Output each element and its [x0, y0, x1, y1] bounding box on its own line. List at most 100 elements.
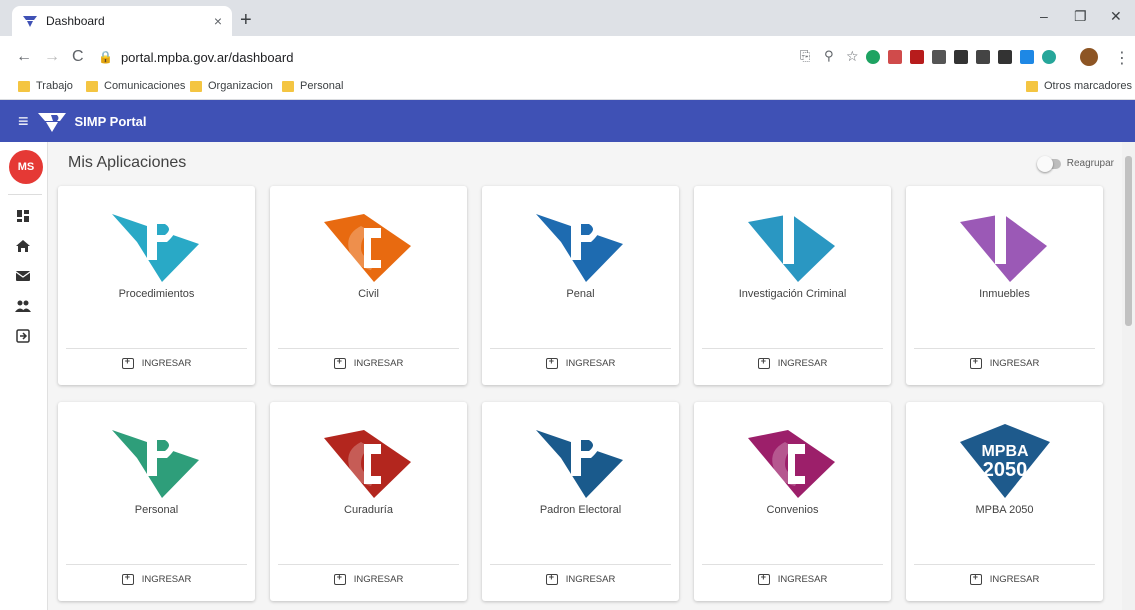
bookmark-label: Otros marcadores [1044, 80, 1133, 92]
mail-icon[interactable] [15, 268, 31, 284]
extension-dark-icon[interactable] [954, 50, 968, 64]
card-divider [278, 564, 459, 565]
user-avatar[interactable]: MS [9, 150, 43, 184]
extension-pdf-icon[interactable] [888, 50, 902, 64]
extension-green-icon[interactable] [866, 50, 880, 64]
page-scrollbar[interactable] [1122, 142, 1135, 610]
close-window-button[interactable]: ✕ [1110, 8, 1122, 25]
app-logo-icon [111, 214, 199, 282]
app-logo [270, 420, 467, 500]
forward-icon[interactable]: → [44, 48, 60, 66]
dashboard-icon[interactable] [15, 208, 31, 224]
home-icon[interactable] [15, 238, 31, 254]
app-name: Civil [358, 288, 379, 300]
app-card[interactable]: MPBA 2050MPBA 2050INGRESAR [906, 402, 1103, 601]
sidebar: MS [0, 142, 48, 610]
bookmarks-bar: Trabajo Comunicaciones Organizacion Pers… [0, 76, 1135, 100]
back-icon[interactable]: ← [16, 48, 32, 66]
app-logo-icon [535, 214, 623, 282]
ingresar-button[interactable]: INGRESAR [58, 572, 255, 585]
bookmark-personal[interactable]: Personal [282, 80, 343, 92]
logout-icon[interactable] [15, 328, 31, 344]
browser-tab[interactable]: Dashboard × [12, 6, 232, 36]
app-logo [906, 204, 1103, 284]
reload-icon[interactable]: C [72, 48, 84, 66]
ingresar-button[interactable]: INGRESAR [482, 356, 679, 369]
browser-toolbar: ← → C 🔒 portal.mpba.gov.ar/dashboard ⎘ ⚲… [0, 36, 1135, 76]
app-card[interactable]: Curaduría INGRESAR [270, 402, 467, 601]
ingresar-button[interactable]: INGRESAR [270, 572, 467, 585]
app-card[interactable]: Investigación Criminal INGRESAR [694, 186, 891, 385]
minimize-button[interactable]: – [1040, 8, 1048, 24]
ingresar-button[interactable]: INGRESAR [58, 356, 255, 369]
toggle-label: Reagrupar [1066, 158, 1114, 169]
extension-sync-icon[interactable] [976, 50, 990, 64]
bookmark-trabajo[interactable]: Trabajo [18, 80, 73, 92]
app-header: ≡ SIMP Portal [0, 100, 1135, 142]
app-name: Procedimientos [118, 288, 195, 300]
app-logo [270, 204, 467, 284]
app-logo-icon [959, 214, 1047, 282]
hamburger-menu-icon[interactable]: ≡ [18, 111, 29, 132]
extension-globe-icon[interactable] [1042, 50, 1056, 64]
favicon-icon [23, 16, 37, 27]
ingresar-button[interactable]: INGRESAR [906, 572, 1103, 585]
bookmark-comunicaciones[interactable]: Comunicaciones [86, 80, 185, 92]
extension-trello-icon[interactable] [1020, 50, 1034, 64]
extension-acrobat-icon[interactable] [910, 50, 924, 64]
new-tab-button[interactable]: + [240, 9, 252, 32]
toggle-track[interactable] [1036, 155, 1061, 172]
app-name: Convenios [766, 504, 819, 516]
enter-icon [969, 572, 982, 585]
people-icon[interactable] [15, 298, 31, 314]
app-logo [58, 204, 255, 284]
tab-close-icon[interactable]: × [214, 13, 222, 29]
extension-ext-icon[interactable] [998, 50, 1012, 64]
app-grid: Procedimientos INGRESAR Civil INGRESAR Pen… [58, 186, 1103, 601]
card-divider [66, 348, 247, 349]
enter-icon [757, 356, 770, 369]
toggle-knob[interactable] [1036, 155, 1053, 172]
bookmark-organizacion[interactable]: Organizacion [190, 80, 273, 92]
bookmark-otros[interactable]: Otros marcadores [1026, 80, 1132, 92]
bookmark-label: Organizacion [208, 80, 273, 92]
svg-text:MPBA: MPBA [981, 443, 1029, 460]
tab-strip: Dashboard × + – ❐ ✕ [0, 0, 1135, 36]
ingresar-button[interactable]: INGRESAR [270, 356, 467, 369]
ingresar-button[interactable]: INGRESAR [906, 356, 1103, 369]
app-logo-icon [111, 430, 199, 498]
translate-icon[interactable]: ⎘ [800, 48, 810, 64]
app-name: Penal [566, 288, 595, 300]
zoom-icon[interactable]: ⚲ [824, 48, 834, 64]
app-card[interactable]: Penal INGRESAR [482, 186, 679, 385]
tab-title: Dashboard [46, 14, 105, 28]
folder-icon [86, 80, 98, 92]
folder-icon [18, 80, 30, 92]
restore-button[interactable]: ❐ [1074, 8, 1087, 25]
folder-icon [190, 80, 202, 92]
address-bar[interactable]: 🔒 portal.mpba.gov.ar/dashboard [98, 46, 818, 68]
app-name: MPBA 2050 [975, 504, 1034, 516]
enter-icon [121, 572, 134, 585]
bookmark-label: Comunicaciones [104, 80, 186, 92]
regroup-toggle[interactable]: Reagrupar [1036, 155, 1114, 172]
app-card[interactable]: Procedimientos INGRESAR [58, 186, 255, 385]
bookmark-star-icon[interactable]: ☆ [846, 48, 859, 65]
ingresar-button[interactable]: INGRESAR [694, 356, 891, 369]
app-card[interactable]: Personal INGRESAR [58, 402, 255, 601]
ingresar-label: INGRESAR [141, 358, 192, 369]
scrollbar-thumb[interactable] [1125, 156, 1132, 326]
profile-avatar[interactable] [1080, 48, 1098, 66]
extension-gray-icon[interactable] [932, 50, 946, 64]
app-name: Inmuebles [979, 288, 1030, 300]
app-card[interactable]: Convenios INGRESAR [694, 402, 891, 601]
app-card[interactable]: Padron Electoral INGRESAR [482, 402, 679, 601]
ingresar-button[interactable]: INGRESAR [482, 572, 679, 585]
app-name: Padron Electoral [539, 504, 622, 516]
ingresar-button[interactable]: INGRESAR [694, 572, 891, 585]
app-card[interactable]: Civil INGRESAR [270, 186, 467, 385]
app-card[interactable]: Inmuebles INGRESAR [906, 186, 1103, 385]
browser-menu-icon[interactable]: ⋮ [1114, 48, 1130, 68]
app-logo [694, 420, 891, 500]
bookmark-label: Personal [300, 80, 344, 92]
